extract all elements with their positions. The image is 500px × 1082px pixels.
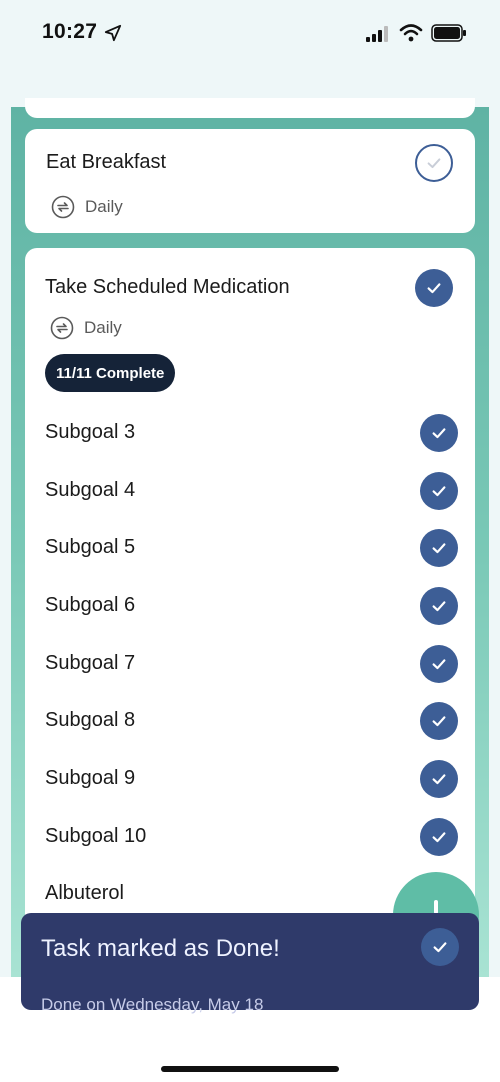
subgoal-label: Albuterol — [45, 882, 124, 904]
checkmark-icon — [433, 942, 447, 953]
checkmark-icon — [432, 659, 446, 670]
checkmark-icon — [427, 283, 441, 294]
status-time: 10:27 — [42, 20, 98, 43]
subgoal-label: Subgoal 5 — [45, 536, 136, 558]
app-screen: 10:27 Eat Breakfast Daily Take Scheduled… — [0, 0, 500, 1082]
subgoal-row[interactable]: Subgoal 6 — [25, 586, 475, 626]
repeat-icon — [51, 195, 75, 219]
repeat-info: Daily — [51, 195, 123, 219]
checkmark-icon — [432, 486, 446, 497]
subgoal-check-toggle[interactable] — [420, 760, 458, 798]
task-title: Eat Breakfast — [46, 151, 167, 173]
checkmark-icon — [432, 543, 446, 554]
wifi-icon — [399, 24, 423, 42]
subgoal-row[interactable]: Subgoal 9 — [25, 759, 475, 799]
progress-badge: 11/11 Complete — [45, 354, 176, 392]
checkmark-icon — [432, 832, 446, 843]
toast-title: Task marked as Done! — [41, 935, 280, 962]
subgoal-row[interactable]: Subgoal 4 — [25, 471, 475, 511]
subgoal-check-toggle[interactable] — [420, 702, 458, 740]
toast-notification[interactable]: Task marked as Done! Done on Wednesday, … — [21, 913, 479, 1014]
subgoal-label: Subgoal 6 — [45, 594, 136, 616]
location-arrow-icon — [104, 24, 122, 42]
subgoal-row[interactable]: Subgoal 10 — [25, 817, 475, 857]
checkmark-icon — [432, 716, 446, 727]
subgoal-label: Subgoal 4 — [45, 479, 136, 501]
repeat-icon — [50, 316, 74, 340]
task-complete-toggle[interactable] — [415, 144, 453, 182]
repeat-label: Daily — [84, 318, 122, 337]
subgoal-row[interactable]: Subgoal 5 — [25, 528, 475, 568]
checkmark-icon — [432, 428, 446, 439]
subgoal-check-toggle[interactable] — [420, 472, 458, 510]
subgoal-row[interactable]: Subgoal 8 — [25, 701, 475, 741]
subgoal-check-toggle[interactable] — [420, 818, 458, 856]
previous-task-card[interactable] — [25, 98, 475, 118]
toast-subtitle: Done on Wednesday, May 18 — [41, 995, 264, 1014]
subgoal-label: Subgoal 8 — [45, 709, 136, 731]
task-card-eat-breakfast[interactable]: Eat Breakfast Daily — [25, 129, 475, 233]
task-title: Take Scheduled Medication — [45, 276, 290, 298]
home-indicator[interactable] — [161, 1066, 339, 1072]
cellular-signal-icon — [366, 26, 388, 42]
repeat-label: Daily — [85, 197, 123, 216]
subgoal-check-toggle[interactable] — [420, 587, 458, 625]
subgoal-label: Subgoal 10 — [45, 825, 147, 847]
subgoal-row[interactable]: Subgoal 3 — [25, 413, 475, 453]
plus-icon — [434, 900, 438, 914]
battery-icon — [431, 24, 466, 42]
task-complete-toggle[interactable] — [415, 269, 453, 307]
subgoal-check-toggle[interactable] — [420, 529, 458, 567]
subgoal-label: Subgoal 7 — [45, 652, 136, 674]
subgoal-check-toggle[interactable] — [420, 414, 458, 452]
subgoal-label: Subgoal 3 — [45, 421, 136, 443]
checkmark-icon — [432, 774, 446, 785]
status-bar: 10:27 — [0, 0, 500, 107]
subgoal-check-toggle[interactable] — [420, 645, 458, 683]
toast-check-badge — [421, 928, 459, 966]
checkmark-icon — [432, 601, 446, 612]
subgoal-label: Subgoal 9 — [45, 767, 136, 789]
checkmark-icon — [427, 158, 441, 169]
subgoal-row[interactable]: Subgoal 7 — [25, 644, 475, 684]
repeat-info: Daily — [50, 316, 122, 340]
